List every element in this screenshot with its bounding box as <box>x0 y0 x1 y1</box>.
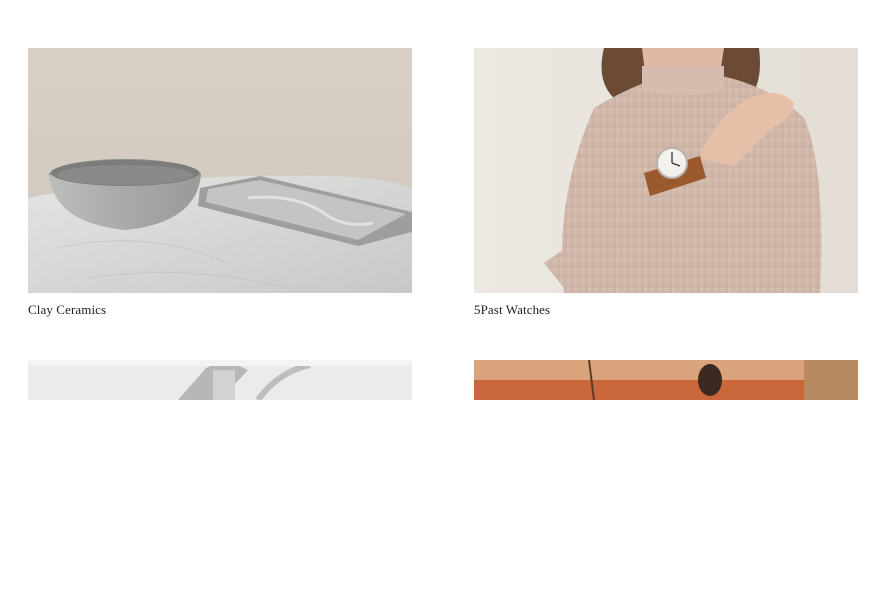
product-card-clay-ceramics[interactable]: Clay Ceramics <box>28 48 412 318</box>
product-card[interactable] <box>474 360 858 605</box>
product-title[interactable]: 5Past Watches <box>474 302 858 318</box>
watch-photo-icon[interactable] <box>474 48 858 293</box>
product-card[interactable] <box>28 360 412 605</box>
product-card-5past-watches[interactable]: 5Past Watches <box>474 48 858 318</box>
product-title[interactable]: Clay Ceramics <box>28 302 412 318</box>
grey-product-photo-icon[interactable] <box>28 360 412 605</box>
orange-product-photo-icon[interactable] <box>474 360 858 605</box>
ceramics-photo-icon[interactable] <box>28 48 412 293</box>
